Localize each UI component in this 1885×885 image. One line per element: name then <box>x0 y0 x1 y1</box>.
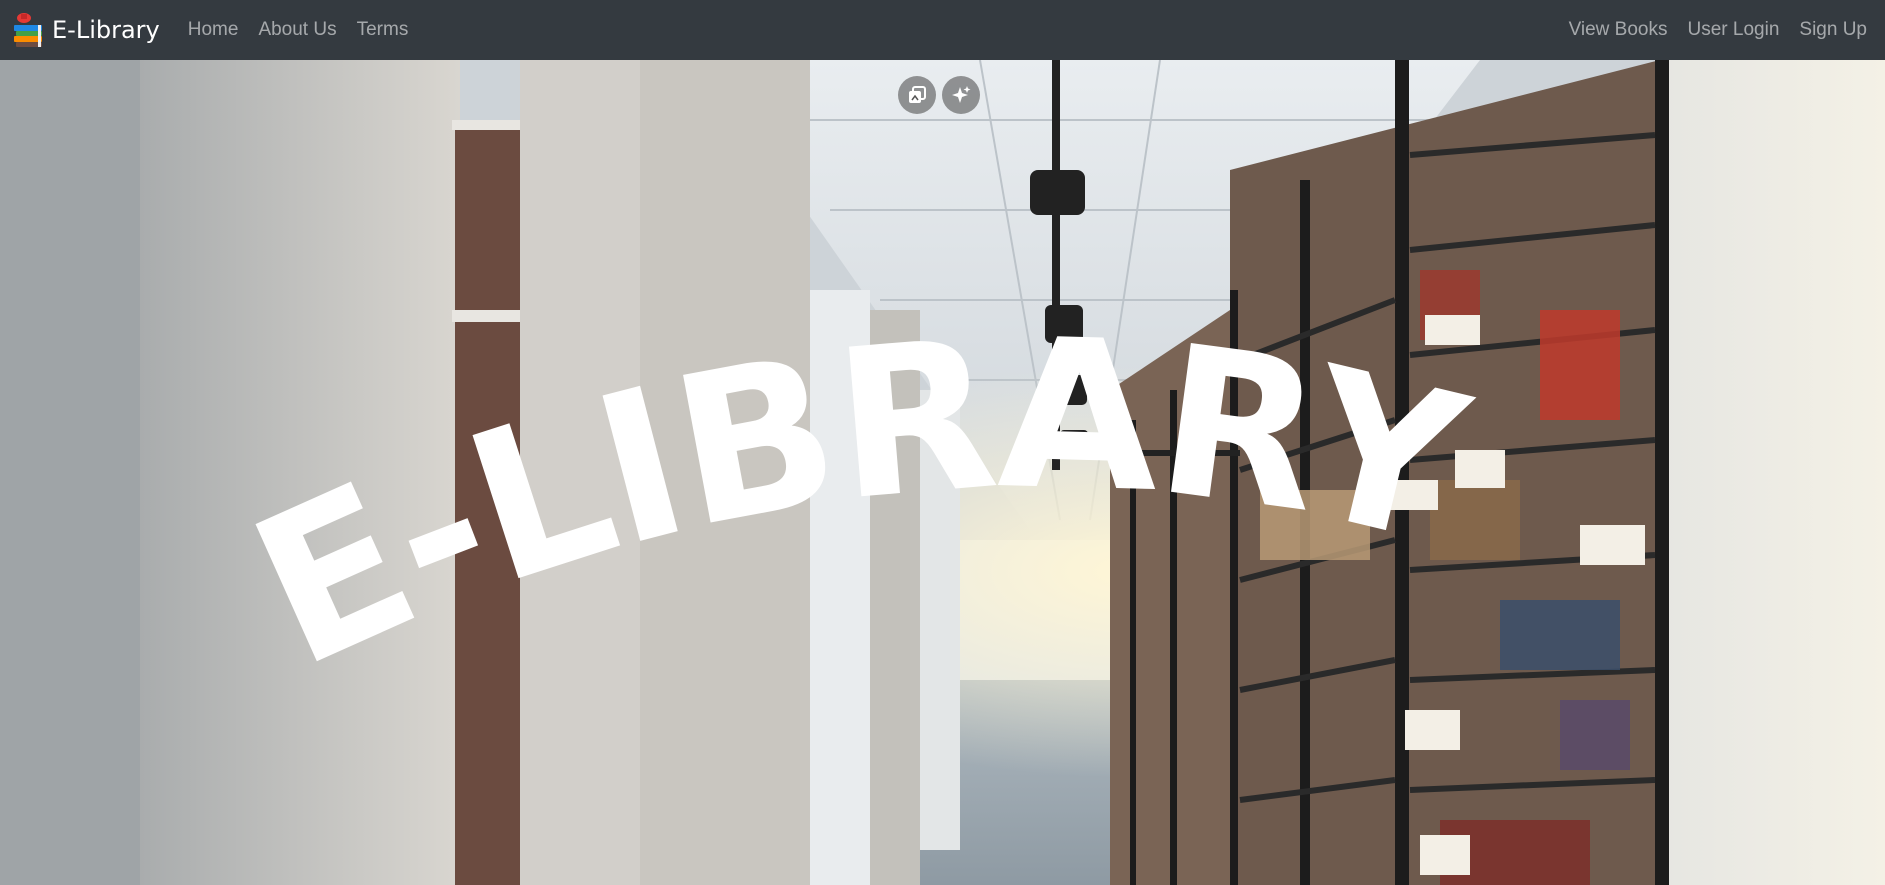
brand-name: E-Library <box>52 16 160 44</box>
sparkle-icon <box>952 86 971 103</box>
account-nav: View Books User Login Sign Up <box>1559 19 1877 41</box>
nav-terms-link[interactable]: Terms <box>347 19 419 41</box>
nav-view-books-link[interactable]: View Books <box>1559 19 1678 41</box>
top-navbar: E-Library Home About Us Terms View Books… <box>0 0 1885 60</box>
primary-nav: Home About Us Terms <box>178 19 419 41</box>
books-stack-icon <box>14 13 42 47</box>
hero-title-text: E-LIBRARY <box>222 294 1491 714</box>
hero-title: E-LIBRARY <box>222 294 1491 714</box>
nav-home-link[interactable]: Home <box>178 19 249 41</box>
copy-image-icon <box>909 86 926 103</box>
brand-link[interactable]: E-Library <box>12 11 160 49</box>
svg-text:E-LIBRARY: E-LIBRARY <box>222 294 1487 714</box>
hero-banner: E-LIBRARY <box>0 60 1885 885</box>
enhance-image-button[interactable] <box>942 76 980 114</box>
nav-about-link[interactable]: About Us <box>248 19 346 41</box>
nav-user-login-link[interactable]: User Login <box>1678 19 1790 41</box>
nav-sign-up-link[interactable]: Sign Up <box>1789 19 1877 41</box>
copy-image-button[interactable] <box>898 76 936 114</box>
image-overlay-controls <box>898 76 980 114</box>
